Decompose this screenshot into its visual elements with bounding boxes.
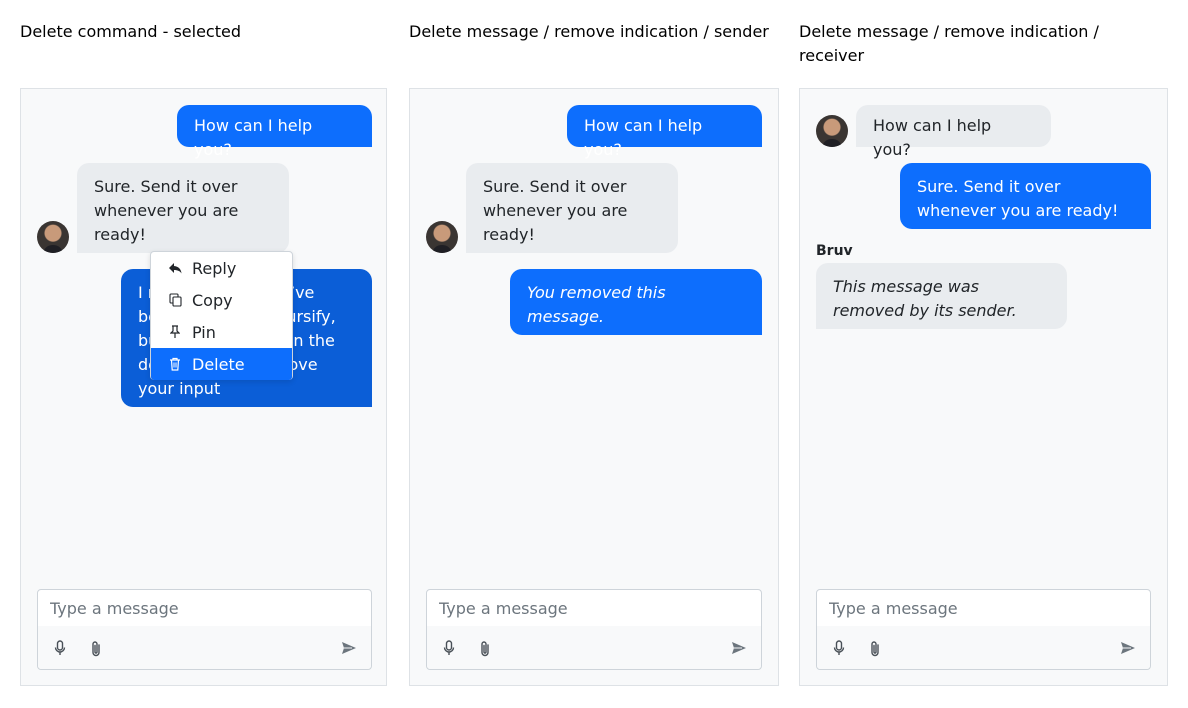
avatar xyxy=(816,115,848,147)
message-input[interactable] xyxy=(817,590,1150,626)
microphone-icon[interactable] xyxy=(829,638,849,658)
message-input[interactable] xyxy=(427,590,761,626)
message-composer xyxy=(426,589,762,670)
menu-item-label: Delete xyxy=(192,354,245,374)
composer-toolbar xyxy=(817,626,1150,669)
send-icon[interactable] xyxy=(729,638,749,658)
message-outgoing[interactable]: How can I help you? xyxy=(567,105,762,159)
message-outgoing[interactable]: Sure. Send it over whenever you are read… xyxy=(900,163,1151,229)
message-incoming[interactable]: Sure. Send it over whenever you are read… xyxy=(466,163,678,253)
menu-item-label: Copy xyxy=(192,290,233,310)
message-outgoing[interactable]: How can I help you? xyxy=(177,105,372,159)
menu-item-copy[interactable]: Copy xyxy=(151,284,292,316)
message-incoming[interactable]: How can I help you? xyxy=(856,105,1051,159)
menu-item-label: Pin xyxy=(192,322,216,342)
column-title-sender: Delete message / remove indication / sen… xyxy=(409,22,769,41)
paperclip-icon[interactable] xyxy=(865,638,885,658)
composer-toolbar xyxy=(38,626,371,669)
column-title-receiver: Delete message / remove indication / rec… xyxy=(799,22,1099,65)
microphone-icon[interactable] xyxy=(50,638,70,658)
pin-icon xyxy=(168,325,182,339)
composer-toolbar xyxy=(427,626,761,669)
paperclip-icon[interactable] xyxy=(475,638,495,658)
menu-item-pin[interactable]: Pin xyxy=(151,316,292,348)
message-input[interactable] xyxy=(38,590,371,626)
trash-icon xyxy=(168,357,182,371)
microphone-icon[interactable] xyxy=(439,638,459,658)
sender-name: Bruv xyxy=(816,243,853,259)
context-menu: Reply Copy Pin Delete xyxy=(150,251,293,380)
removed-message-indicator: This message was removed by its sender. xyxy=(816,263,1067,329)
menu-item-delete[interactable]: Delete xyxy=(151,348,292,380)
chat-panel-receiver: How can I help you? Sure. Send it over w… xyxy=(799,88,1168,686)
paperclip-icon[interactable] xyxy=(86,638,106,658)
copy-icon xyxy=(168,293,182,307)
message-composer xyxy=(37,589,372,670)
chat-panel-sender: How can I help you? Sure. Send it over w… xyxy=(409,88,779,686)
menu-item-label: Reply xyxy=(192,258,237,278)
reply-icon xyxy=(168,261,182,275)
avatar xyxy=(37,221,69,253)
menu-item-reply[interactable]: Reply xyxy=(151,252,292,284)
send-icon[interactable] xyxy=(1118,638,1138,658)
column-title-delete-command: Delete command - selected xyxy=(20,22,241,41)
send-icon[interactable] xyxy=(339,638,359,658)
message-incoming[interactable]: Sure. Send it over whenever you are read… xyxy=(77,163,289,253)
message-composer xyxy=(816,589,1151,670)
chat-panel-delete-command: How can I help you? Sure. Send it over w… xyxy=(20,88,387,686)
avatar xyxy=(426,221,458,253)
removed-message-indicator: You removed this message. xyxy=(510,269,762,335)
